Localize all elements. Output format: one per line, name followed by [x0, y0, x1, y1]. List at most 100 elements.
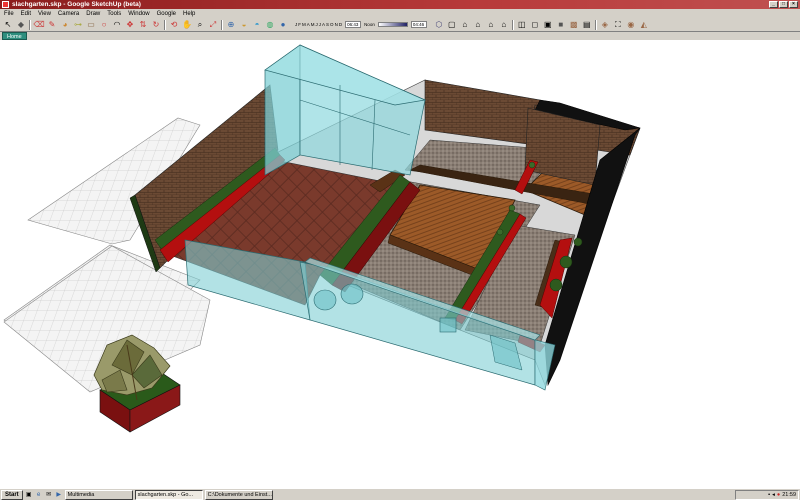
orbit-icon[interactable]: ⟲ [169, 20, 179, 30]
glass-planter-c [439, 317, 457, 333]
look-around-icon[interactable]: ◉ [626, 20, 636, 30]
garden-model [3, 44, 641, 433]
month-label: J [318, 22, 322, 27]
close-button[interactable]: × [789, 1, 798, 8]
month-label: A [306, 22, 310, 27]
menu-view[interactable]: View [38, 11, 51, 17]
section-icon[interactable]: ◈ [600, 20, 610, 30]
month-label: M [310, 22, 315, 27]
front-view-icon[interactable]: ⌂ [460, 20, 470, 30]
rotate-icon[interactable]: ↻ [151, 20, 161, 30]
menu-help[interactable]: Help [183, 11, 195, 17]
zoom-icon[interactable]: ⌕ [195, 20, 205, 30]
month-label: D [338, 22, 343, 27]
arc-icon[interactable]: ◠ [112, 20, 122, 30]
month-label: M [302, 22, 306, 27]
windows-taskbar: Start ▣ e ✉ ▶ Multimedia slachgarten.skp… [0, 488, 800, 500]
maximize-button[interactable]: □ [779, 1, 788, 8]
time-of-day-slider[interactable] [377, 22, 408, 27]
pan-icon[interactable]: ✋ [182, 20, 192, 30]
main-toolbar: ↖ ◆ ⌫ ✎ ◕ ⊶ ▭ ○ ◠ ✥ ⇅ ↻ ⟲ ✋ ⌕ ⤢ ⊕ ◒ ◓ ◍ … [0, 18, 800, 32]
share-model-icon[interactable]: ◍ [265, 20, 275, 30]
menu-draw[interactable]: Draw [86, 11, 100, 17]
plant-deck-a [496, 228, 504, 236]
xray-icon[interactable]: ◫ [517, 20, 527, 30]
system-tray: ▪ ◂ ● 21:59 [735, 490, 799, 500]
right-view-icon[interactable]: ⌂ [473, 20, 483, 30]
media-icon[interactable]: ▶ [55, 491, 63, 499]
walk-icon[interactable]: ⛶ [613, 20, 623, 30]
place-in-earth-icon[interactable]: ● [278, 20, 288, 30]
left-view-icon[interactable]: ⌂ [499, 20, 509, 30]
task-explorer[interactable]: C:\Dokumente und Einst... [204, 489, 273, 500]
tray-security-icon[interactable]: ● [777, 492, 780, 498]
month-slider[interactable]: J F M A M J J A S O N D [295, 22, 342, 27]
shrub-right-b [559, 255, 573, 269]
scene-tab-home[interactable]: Home [2, 32, 27, 40]
select-icon[interactable]: ↖ [3, 20, 13, 30]
push-pull-icon[interactable]: ⇅ [138, 20, 148, 30]
toolbar-separator [29, 19, 31, 30]
menu-tools[interactable]: Tools [107, 11, 121, 17]
wireframe-icon[interactable]: ◻ [530, 20, 540, 30]
month-label: S [326, 22, 330, 27]
eraser-icon[interactable]: ⌫ [33, 20, 44, 30]
menu-google[interactable]: Google [157, 11, 176, 17]
paint-bucket-icon[interactable]: ◕ [60, 20, 70, 30]
position-camera-icon[interactable]: ◭ [639, 20, 649, 30]
toolbar-separator [594, 19, 597, 30]
time-start-field[interactable]: 06:43 [345, 21, 362, 28]
window-controls: _ □ × [769, 1, 798, 8]
zoom-extents-icon[interactable]: ⤢ [208, 20, 218, 30]
time-end-field[interactable]: 04:46 [410, 21, 427, 28]
shaded-icon[interactable]: ■ [556, 20, 566, 30]
month-label: J [295, 22, 298, 27]
monochrome-icon[interactable]: ▤ [582, 20, 592, 30]
tape-measure-icon[interactable]: ⊶ [73, 20, 83, 30]
back-view-icon[interactable]: ⌂ [486, 20, 496, 30]
toolbar-separator [221, 19, 223, 30]
rectangle-icon[interactable]: ▭ [86, 20, 96, 30]
mail-icon[interactable]: ✉ [45, 491, 53, 499]
tray-volume-icon[interactable]: ◂ [772, 492, 775, 498]
window-title-bar[interactable]: slachgarten.skp - Google SketchUp (beta)… [0, 0, 800, 9]
toggle-terrain-icon[interactable]: ◒ [239, 20, 249, 30]
shaded-texture-icon[interactable]: ▩ [569, 20, 579, 30]
hidden-line-icon[interactable]: ▣ [543, 20, 553, 30]
toolbar-separator [164, 19, 166, 30]
task-multimedia[interactable]: Multimedia [64, 489, 133, 500]
menu-window[interactable]: Window [128, 11, 149, 17]
shadow-settings: J F M A M J J A S O N D 06:43 Noon 04:46 [295, 21, 427, 28]
tray-network-icon[interactable]: ▪ [768, 492, 770, 498]
sketchup-app-icon[interactable] [2, 1, 9, 8]
ie-icon[interactable]: e [35, 491, 43, 499]
move-icon[interactable]: ✥ [125, 20, 135, 30]
shrub-right-a [549, 278, 563, 292]
top-view-icon[interactable]: ▢ [447, 20, 457, 30]
menu-file[interactable]: File [4, 11, 14, 17]
circle-icon[interactable]: ○ [99, 20, 109, 30]
get-models-icon[interactable]: ◓ [252, 20, 262, 30]
month-label: F [298, 22, 301, 27]
desktop-icon[interactable]: ▣ [25, 491, 33, 499]
minimize-button[interactable]: _ [769, 1, 778, 8]
window-title: slachgarten.skp - Google SketchUp (beta) [12, 1, 141, 8]
menu-edit[interactable]: Edit [21, 11, 31, 17]
add-location-icon[interactable]: ⊕ [226, 20, 236, 30]
shrub-right-c [573, 237, 583, 247]
task-sketchup[interactable]: slachgarten.skp - Go... [134, 489, 203, 500]
month-label: J [315, 22, 318, 27]
iso-view-icon[interactable]: ⬡ [434, 20, 444, 30]
menu-bar: File Edit View Camera Draw Tools Window … [0, 9, 800, 18]
pencil-icon[interactable]: ✎ [47, 20, 57, 30]
noon-label: Noon [364, 22, 375, 27]
glass-planter-b [340, 283, 364, 305]
make-component-icon[interactable]: ◆ [16, 20, 26, 30]
start-button[interactable]: Start [1, 489, 23, 500]
menu-camera[interactable]: Camera [58, 11, 79, 17]
drawing-viewport[interactable] [0, 40, 800, 486]
plant-deck-b [508, 204, 516, 212]
month-label: N [334, 22, 338, 27]
toolbar-separator [511, 19, 514, 30]
clock: 21:59 [782, 492, 796, 498]
